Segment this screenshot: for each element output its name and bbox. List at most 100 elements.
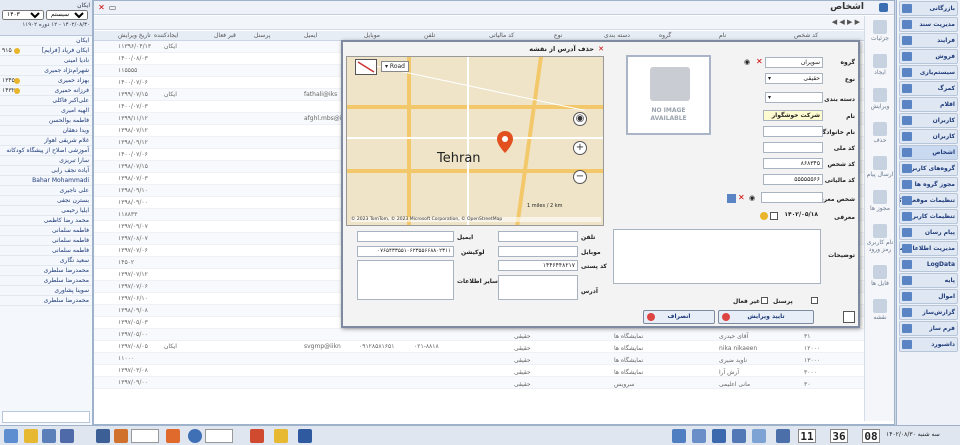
nav-item[interactable]: فرم ساز — [899, 321, 958, 336]
user-list-item[interactable]: Bahar Mohammadi — [0, 176, 92, 186]
table-row[interactable]: حقیقی نمایشگاه ها nika nikaeen ۱۲۰۰۰ — [494, 343, 854, 355]
nav-item[interactable]: پایه — [899, 273, 958, 288]
app-icon-9[interactable] — [274, 429, 288, 443]
message-button[interactable]: ارسال پیام — [865, 156, 895, 178]
nav-item[interactable]: اموال — [899, 289, 958, 304]
app-icon-6[interactable] — [166, 429, 180, 443]
introducer-field[interactable] — [761, 192, 823, 203]
app-icon-7[interactable] — [188, 429, 202, 443]
user-list-item[interactable]: علی ناجیری — [0, 186, 92, 196]
nav-item[interactable]: اقلام — [899, 97, 958, 112]
mobile-field[interactable] — [498, 246, 578, 257]
group-field[interactable]: سوپران — [765, 57, 823, 68]
location-field[interactable]: ۰۷۶۵۴۳۳۵۵۱۰۶۲۳۵۵۶۶۸۸۰۲۳۱۱ — [357, 246, 454, 257]
left-search-input[interactable] — [2, 411, 90, 423]
person-photo[interactable]: NO IMAGE AVAILABLE — [626, 55, 711, 135]
remove-map-address-label[interactable]: حذف آدرس از نقشه — [529, 45, 594, 53]
type-select[interactable]: حقیقی ▾ — [765, 73, 823, 84]
taskbar-field-2[interactable] — [205, 429, 233, 443]
nav-item[interactable]: اشخاص — [899, 145, 958, 160]
app-icon-1[interactable] — [24, 429, 38, 443]
create-button[interactable]: ایجاد — [865, 54, 895, 76]
user-list-item[interactable]: فاطمه سلمانی — [0, 236, 92, 246]
user-list-item[interactable]: شهرام‌نژاد جمیری — [0, 66, 92, 76]
user-list-item[interactable]: ایکان — [0, 36, 92, 46]
user-list-item[interactable]: محمدرضا سلطری — [0, 296, 92, 306]
year-select[interactable]: ۱۴۰۳ — [2, 10, 44, 20]
user-list-item[interactable]: فاطمه بوالحسن — [0, 116, 92, 126]
tray-icon-2[interactable] — [692, 429, 706, 443]
login-button[interactable]: نام کاربری رمز ورود — [865, 224, 895, 253]
grid-column-header[interactable]: نوع — [554, 32, 562, 39]
family-field[interactable] — [763, 126, 823, 137]
introducer-calendar-icon[interactable] — [727, 194, 736, 203]
other-info-field[interactable] — [357, 260, 454, 300]
tray-icon-5[interactable] — [752, 429, 766, 443]
close-icon[interactable]: ✕ — [97, 3, 106, 12]
table-row[interactable]: حقیقی سرویس مانی اعلیمی ۳۰ — [494, 379, 854, 391]
nav-item[interactable]: مدیریت سند — [899, 17, 958, 32]
company-select[interactable]: ایکان سیستم — [46, 10, 88, 20]
tray-icon-1[interactable] — [672, 429, 686, 443]
nav-item[interactable]: گزارش‌ساز — [899, 305, 958, 320]
nav-item[interactable]: LogData — [899, 257, 958, 272]
grid-column-header[interactable]: تاریخ ویرایش — [118, 32, 151, 39]
app-icon-8[interactable] — [250, 429, 264, 443]
details-button[interactable]: جزئیات — [865, 20, 895, 42]
edit-button[interactable]: ویرایش — [865, 88, 895, 110]
user-list-item[interactable]: ویدا دهقان — [0, 126, 92, 136]
files-button[interactable]: فایل ها — [865, 265, 895, 287]
personnel-checkbox[interactable] — [811, 297, 818, 304]
dialog-edit-icon[interactable] — [843, 311, 855, 323]
toolbar-nav-arrows[interactable]: ◀ ◀ ▶ ▶ — [832, 18, 860, 26]
map-layer-toggle[interactable] — [355, 59, 377, 75]
user-list-item[interactable]: محمد رضا کاظمی — [0, 216, 92, 226]
intro-date-field[interactable]: ۱۴۰۲/۰۵/۱۸ — [780, 210, 820, 221]
user-list-item[interactable]: سارا تبریزی — [0, 156, 92, 166]
nav-item[interactable]: داشبورد — [899, 337, 958, 352]
name-field[interactable]: شرکت خوشگوار — [763, 110, 823, 121]
user-list-item[interactable]: آموزشی اصلاح از پیشگاه کودکانه — [0, 146, 92, 156]
nav-item[interactable]: مجوز گروه ها — [899, 177, 958, 192]
date-calendar-icon[interactable] — [770, 212, 778, 220]
grid-column-header[interactable]: گروه — [659, 32, 671, 39]
group-radio-icon[interactable]: ◉ — [744, 58, 750, 66]
permissions-button[interactable]: مجوز ها — [865, 190, 895, 212]
cancel-button[interactable]: انصراف — [643, 310, 715, 324]
tray-icon-4[interactable] — [732, 429, 746, 443]
grid-column-header[interactable]: تلفن — [424, 32, 435, 39]
map-locate-icon[interactable]: ◉ — [573, 112, 587, 126]
user-list-item[interactable]: محمدرضا سلطری — [0, 266, 92, 276]
nav-item[interactable]: مدیریت اطلاعات سیستم — [899, 241, 958, 256]
user-list-item[interactable]: بهزاد حمیری ۱۳۴۵ — [0, 76, 92, 86]
grid-column-header[interactable]: نام — [719, 32, 726, 39]
grid-column-header[interactable]: دسته بندی — [604, 32, 630, 39]
user-list-item[interactable]: فاطمه سلمانی — [0, 226, 92, 236]
app-icon-10[interactable] — [298, 429, 312, 443]
user-list-item[interactable]: ایکان فریاد [فرایم] ۹۱۵ — [0, 46, 92, 56]
nav-item[interactable]: تنظیمات موقعیت کاربران — [899, 193, 958, 208]
delete-button[interactable]: حذف — [865, 122, 895, 144]
user-list-item[interactable]: علی‌اکبر فاکلی — [0, 96, 92, 106]
grid-column-header[interactable]: موبایل — [364, 32, 380, 39]
grid-column-header[interactable]: ایمیل — [304, 32, 317, 39]
app-icon-3[interactable] — [60, 429, 74, 443]
nav-item[interactable]: بازرگانی — [899, 1, 958, 16]
map-button[interactable]: نقشه — [865, 299, 895, 321]
user-list-item[interactable]: نادیا امینی — [0, 56, 92, 66]
user-list-item[interactable]: الهیه امیری — [0, 106, 92, 116]
user-list-item[interactable]: سعید نگاری — [0, 256, 92, 266]
grid-column-header[interactable]: ایجادکننده — [154, 32, 178, 39]
user-list-item[interactable]: بسترن نجفی — [0, 196, 92, 206]
grid-column-header[interactable]: کد شخص — [794, 32, 818, 39]
confirm-edit-button[interactable]: تایید ویرایش — [718, 310, 814, 324]
map-view[interactable]: ▾ Road Tehran ◉ + − 1 miles / 2 km © 202… — [346, 56, 604, 226]
user-list-item[interactable]: آیاده نجف رابی — [0, 166, 92, 176]
nav-item[interactable]: کاربران — [899, 129, 958, 144]
nav-item[interactable]: پیام رسان — [899, 225, 958, 240]
introducer-clear-icon[interactable]: ✕ — [738, 193, 745, 202]
app-icon-4[interactable] — [96, 429, 110, 443]
person-code-field[interactable]: ۸۶۸۳۴۵ — [763, 158, 823, 169]
email-field[interactable] — [357, 231, 454, 242]
user-list-item[interactable]: سوینا پشاوری — [0, 286, 92, 296]
